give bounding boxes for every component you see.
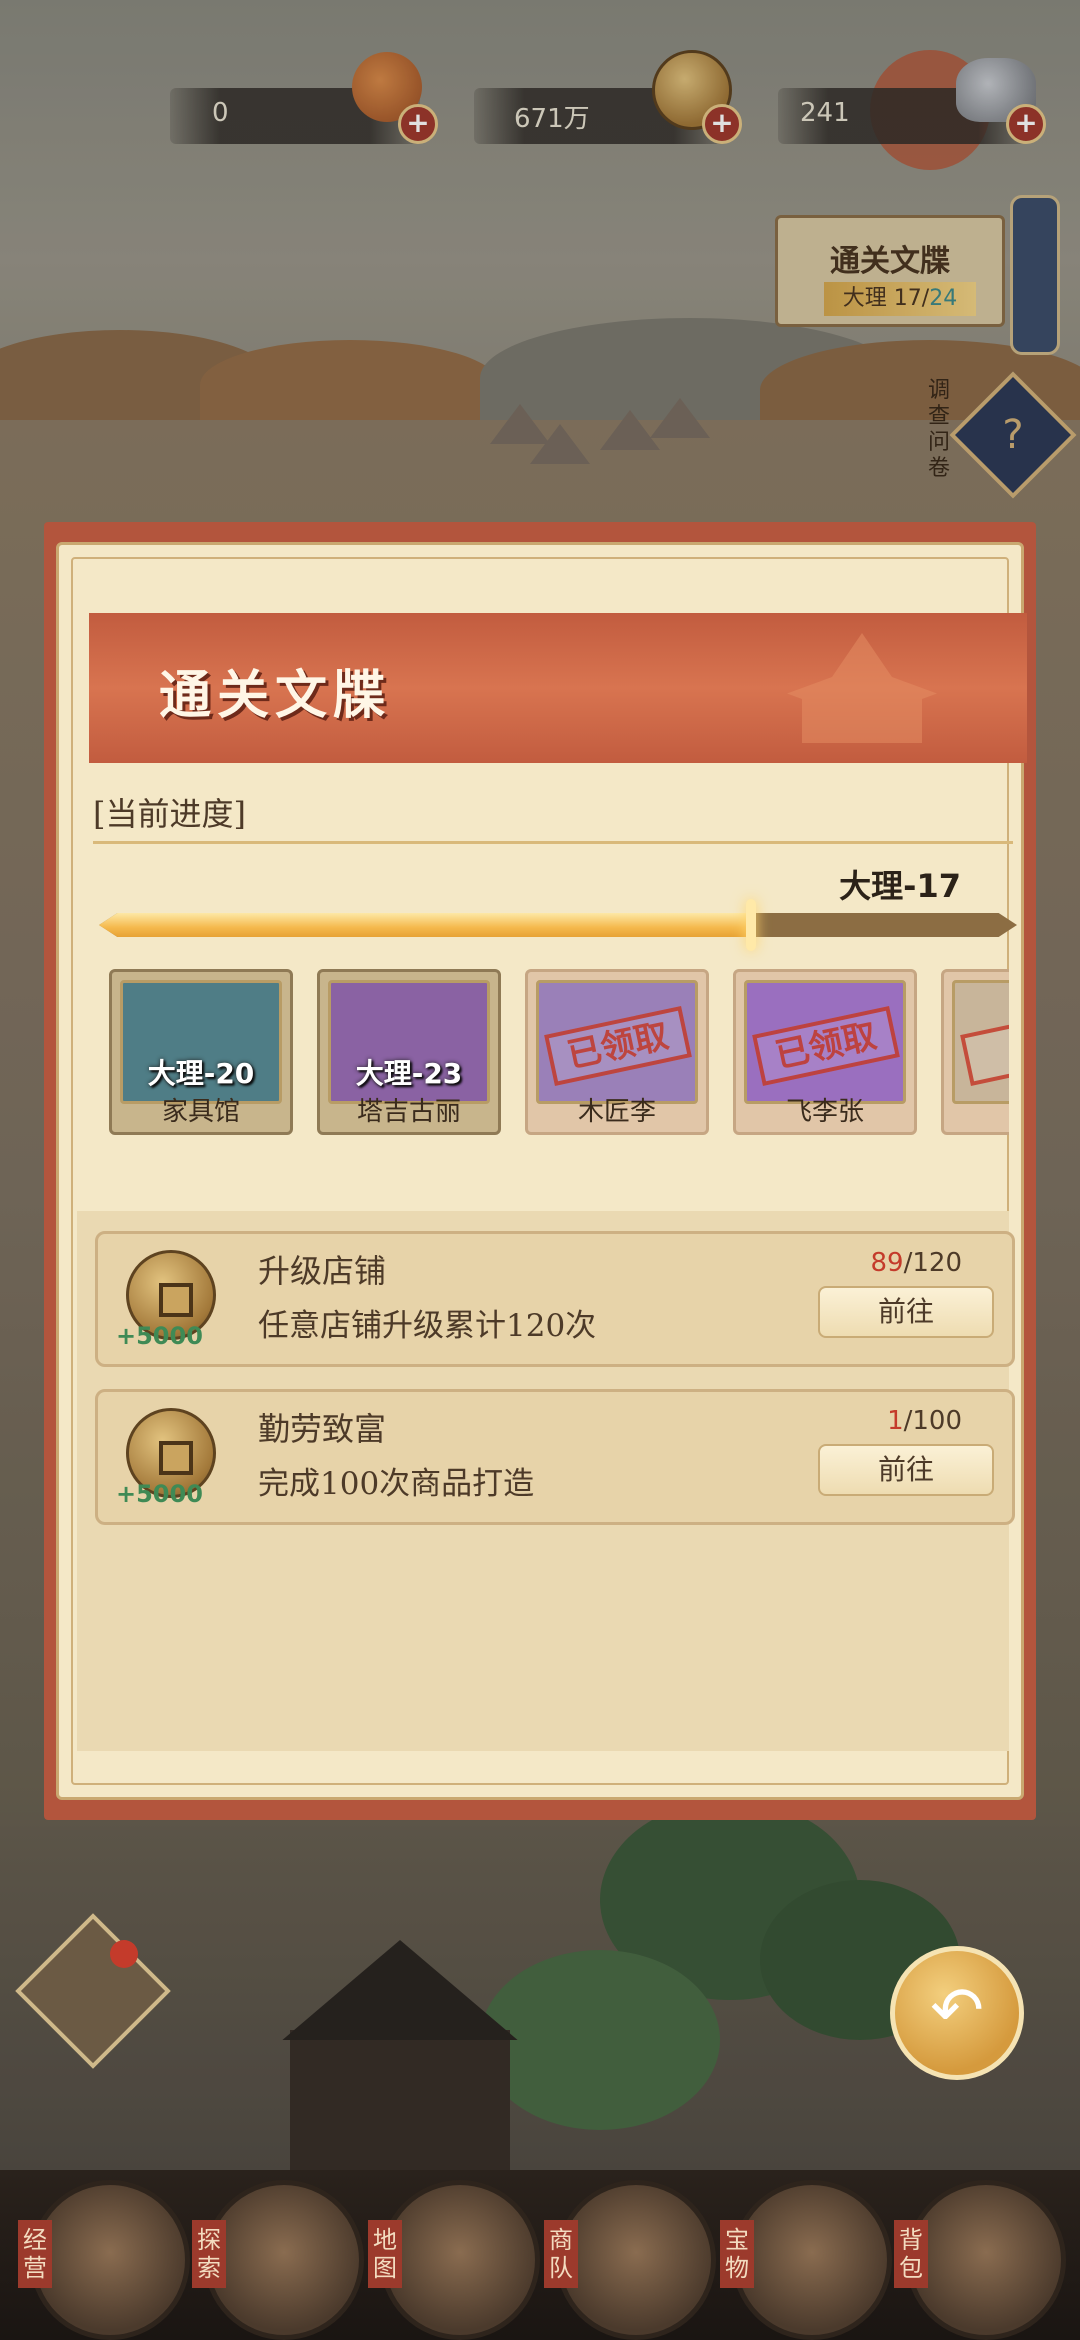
reward-card-name: 塔吉古丽 (356, 1097, 461, 1127)
back-button[interactable]: ↶ (890, 1946, 1024, 2080)
passport-modal: 通关文牒 [当前进度] 大理-17 大理-20 家具馆 大理-23 塔吉古丽 已领取 木匠… (44, 522, 1036, 1820)
task-reward: +5000 (116, 1480, 203, 1508)
nav-item[interactable] (906, 2180, 1066, 2340)
nav-item[interactable] (732, 2180, 892, 2340)
nav-label: 经营 (18, 2220, 52, 2288)
reward-card-name: 家具馆 (161, 1097, 240, 1127)
nav-item[interactable] (204, 2180, 364, 2340)
reward-card[interactable]: 大理-23 塔吉古丽 (317, 969, 501, 1135)
nav-label: 宝物 (720, 2220, 754, 2288)
go-button[interactable]: 前往 (818, 1444, 994, 1496)
modal-title: 通关文牒 (159, 665, 392, 726)
reward-card[interactable]: 大理-20 家具馆 (109, 969, 293, 1135)
task-description: 完成100次商品打造 (258, 1466, 535, 1502)
task-title: 勤劳致富 (258, 1410, 387, 1448)
progress-marker (745, 899, 756, 951)
reward-card-name: 木匠李 (577, 1097, 656, 1127)
reward-card[interactable]: 已领取 木匠李 (525, 969, 709, 1135)
divider (93, 841, 1013, 844)
task-count-total: /100 (903, 1406, 962, 1436)
nav-label: 地图 (368, 2220, 402, 2288)
progress-label: 大理-17 (839, 867, 961, 905)
task-count-current: 1 (887, 1406, 904, 1436)
reward-card[interactable]: 已领取 飞李张 (733, 969, 917, 1135)
task-count-current: 89 (870, 1248, 904, 1278)
reward-card-name: 奶 (944, 1091, 1009, 1128)
reward-card-name: 飞李张 (785, 1097, 864, 1127)
task-count-total: /120 (903, 1248, 962, 1278)
nav-item[interactable] (30, 2180, 190, 2340)
task-item: +5000 勤劳致富 完成100次商品打造 1/100 前往 (95, 1389, 1015, 1525)
task-count: 1/100 (887, 1406, 962, 1436)
tasks-area: +5000 升级店铺 任意店铺升级累计120次 89/120 前往 +5000 … (77, 1211, 1015, 1751)
task-title: 升级店铺 (258, 1252, 387, 1290)
reward-card-level: 大理-23 (355, 1057, 463, 1090)
progress-fill (99, 913, 751, 937)
reward-card-level: 大理-20 (147, 1057, 255, 1090)
palace-decoration-icon (787, 633, 937, 743)
section-label: [当前进度] (93, 795, 246, 833)
nav-item[interactable] (380, 2180, 540, 2340)
task-reward: +5000 (116, 1322, 203, 1350)
nav-label: 探索 (192, 2220, 226, 2288)
modal-title-bar: 通关文牒 (89, 613, 1027, 763)
reward-card[interactable]: 已奶 (941, 969, 1009, 1135)
go-button[interactable]: 前往 (818, 1286, 994, 1338)
task-count: 89/120 (871, 1248, 962, 1278)
nav-label: 背包 (894, 2220, 928, 2288)
reward-cards[interactable]: 大理-20 家具馆 大理-23 塔吉古丽 已领取木匠李已领取飞李张已奶 (109, 969, 1009, 1139)
nav-item[interactable] (556, 2180, 716, 2340)
task-item: +5000 升级店铺 任意店铺升级累计120次 89/120 前往 (95, 1231, 1015, 1367)
task-description: 任意店铺升级累计120次 (258, 1308, 597, 1344)
nav-label: 商队 (544, 2220, 578, 2288)
modal-panel: 通关文牒 [当前进度] 大理-17 大理-20 家具馆 大理-23 塔吉古丽 已领取 木匠… (56, 542, 1027, 1800)
notification-dot (110, 1940, 138, 1968)
progress-bar (99, 913, 1017, 937)
